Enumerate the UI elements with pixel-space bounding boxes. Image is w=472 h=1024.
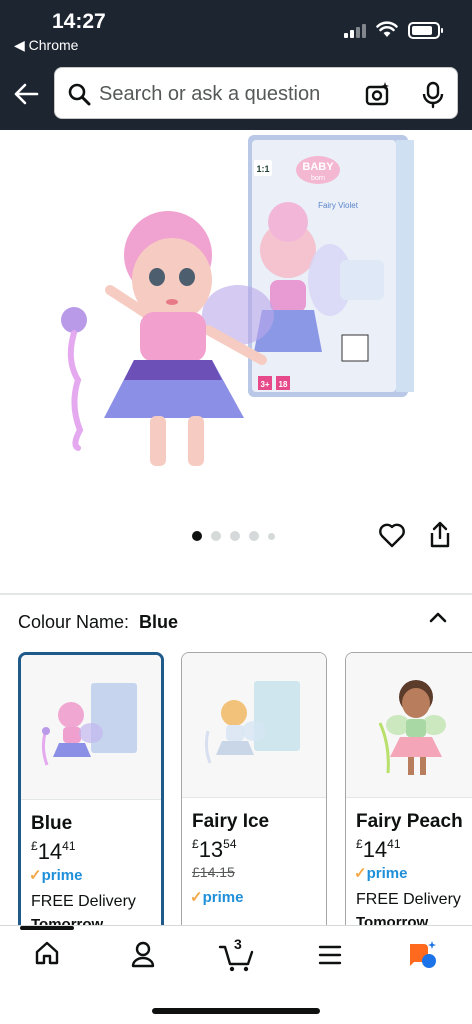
menu-icon[interactable] [318, 944, 342, 966]
prime-badge: ✓prime [354, 865, 408, 882]
active-tab-indicator [20, 926, 74, 930]
variant-thumbnail [182, 653, 326, 798]
search-header: Search or ask a question [0, 62, 472, 130]
box-size: 18 [279, 380, 288, 389]
account-icon[interactable] [130, 940, 156, 968]
wifi-icon [376, 21, 398, 37]
delivery-text: FREE Delivery [31, 893, 136, 910]
carousel-dot[interactable] [192, 531, 202, 541]
product-box: BABY born Fairy Violet 1:1 3+ 18 [248, 135, 414, 397]
rufus-assistant-icon[interactable] [406, 940, 440, 970]
box-product-name: Fairy Violet [318, 201, 359, 210]
wand [61, 307, 87, 451]
search-icon [68, 83, 91, 106]
variant-card-fairy-peach[interactable]: Fairy Peach £1441 ✓prime FREE Delivery T… [345, 652, 472, 927]
prime-badge: ✓prime [29, 867, 83, 884]
cellular-signal-icon [344, 24, 366, 38]
home-icon[interactable] [34, 940, 60, 966]
delivery-text: FREE Delivery [356, 891, 461, 908]
share-icon[interactable] [428, 521, 452, 549]
carousel-dots[interactable] [192, 531, 275, 541]
variant-card-blue[interactable]: Blue £1441 ✓prime FREE Delivery Tomorrow [18, 652, 164, 927]
variant-price: £1441 [31, 839, 76, 864]
carousel-dot[interactable] [249, 531, 259, 541]
variant-thumbnail [346, 653, 472, 798]
camera-search-icon[interactable] [365, 81, 391, 107]
prime-badge: ✓prime [190, 889, 244, 906]
carousel-dot[interactable] [268, 532, 275, 540]
back-arrow-icon[interactable] [12, 80, 40, 108]
box-age: 3+ [260, 380, 269, 389]
battery-icon [408, 22, 443, 39]
variant-thumbnail [21, 655, 161, 800]
product-image[interactable]: BABY born Fairy Violet 1:1 3+ 18 [0, 130, 472, 590]
chevron-up-icon[interactable] [428, 610, 448, 624]
search-input[interactable]: Search or ask a question [54, 67, 458, 119]
variant-price: £1441 [356, 837, 401, 862]
list-price: £14.15 [192, 864, 235, 880]
status-bar: 14:27 ◀ Chrome [0, 0, 472, 62]
variant-card-fairy-ice[interactable]: Fairy Ice £1354 £14.15 ✓prime [181, 652, 327, 927]
variant-name: Fairy Ice [192, 811, 270, 832]
colour-label: Colour Name: [18, 612, 130, 632]
cart-count-badge: 3 [234, 936, 242, 952]
box-brand: BABY [302, 161, 334, 173]
variant-name: Blue [31, 813, 73, 834]
box-brand-sub: born [311, 175, 325, 182]
section-divider [0, 593, 472, 595]
box-scale: 1:1 [256, 164, 269, 174]
product-illustration: BABY born Fairy Violet 1:1 3+ 18 [61, 135, 414, 466]
variant-price: £1354 [192, 837, 237, 862]
search-placeholder: Search or ask a question [99, 83, 321, 105]
colour-variant-list: Blue £1441 ✓prime FREE Delivery Tomorrow… [18, 652, 472, 927]
microphone-icon[interactable] [421, 81, 445, 109]
colour-selector-header[interactable]: Colour Name: Blue [18, 612, 178, 633]
colour-value: Blue [139, 612, 179, 632]
home-indicator[interactable] [152, 1008, 320, 1014]
carousel-dot[interactable] [211, 531, 221, 541]
heart-icon[interactable] [378, 522, 406, 548]
status-time: 14:27 [52, 10, 106, 33]
carousel-dot[interactable] [230, 531, 240, 541]
variant-name: Fairy Peach [356, 811, 463, 832]
back-to-app-link[interactable]: ◀ Chrome [14, 37, 78, 54]
